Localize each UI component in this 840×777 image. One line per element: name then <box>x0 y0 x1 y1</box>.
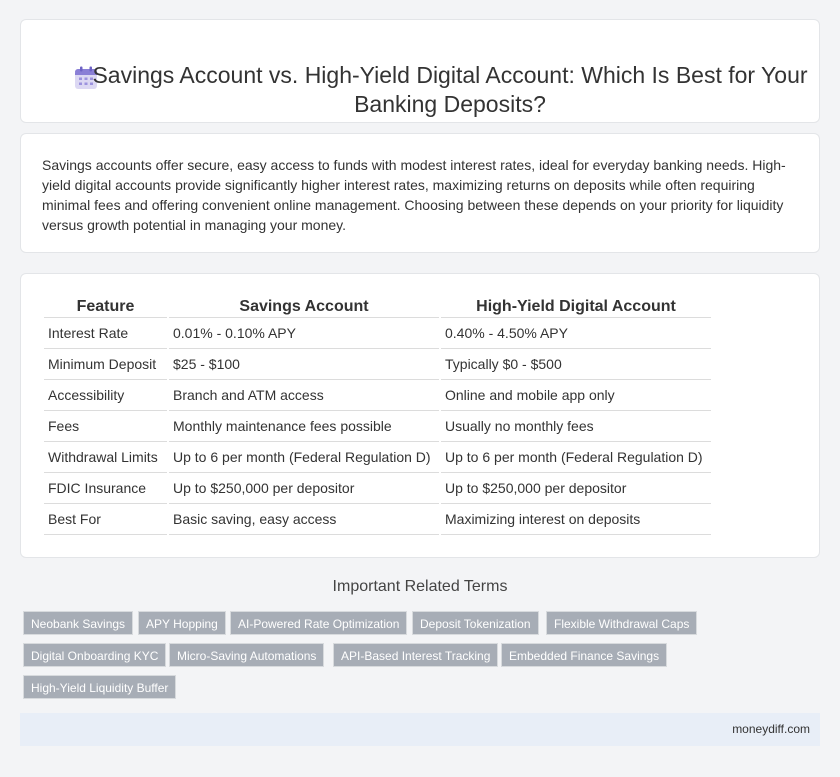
tag-flexible-withdrawal-caps[interactable]: Flexible Withdrawal Caps <box>546 611 698 635</box>
table-cell: Usually no monthly fees <box>441 411 711 442</box>
comparison-table: Feature Savings Account High-Yield Digit… <box>42 294 713 535</box>
table-row: FDIC Insurance Up to $250,000 per deposi… <box>44 473 711 504</box>
tag-deposit-tokenization[interactable]: Deposit Tokenization <box>412 611 539 635</box>
column-header-savings: Savings Account <box>169 294 439 318</box>
table-row: Accessibility Branch and ATM access Onli… <box>44 380 711 411</box>
site-name[interactable]: moneydiff.com <box>732 722 810 736</box>
title-card: Savings Account vs. High-Yield Digital A… <box>20 19 820 123</box>
table-cell: Up to $250,000 per depositor <box>441 473 711 504</box>
comparison-card: Feature Savings Account High-Yield Digit… <box>20 273 820 558</box>
tag-digital-onboarding-kyc[interactable]: Digital Onboarding KYC <box>23 643 167 667</box>
related-terms-heading: Important Related Terms <box>332 578 508 595</box>
column-header-feature: Feature <box>44 294 167 318</box>
table-cell: Best For <box>44 504 167 535</box>
table-cell: Withdrawal Limits <box>44 442 167 473</box>
tag-embedded-finance-savings[interactable]: Embedded Finance Savings <box>501 643 668 667</box>
table-cell: Online and mobile app only <box>441 380 711 411</box>
table-cell: Minimum Deposit <box>44 349 167 380</box>
table-row: Withdrawal Limits Up to 6 per month (Fed… <box>44 442 711 473</box>
table-cell: 0.01% - 0.10% APY <box>169 318 439 349</box>
table-cell: 0.40% - 4.50% APY <box>441 318 711 349</box>
table-row: Interest Rate 0.01% - 0.10% APY 0.40% - … <box>44 318 711 349</box>
table-row: Minimum Deposit $25 - $100 Typically $0 … <box>44 349 711 380</box>
page-title: Savings Account vs. High-Yield Digital A… <box>92 62 808 117</box>
table-cell: Basic saving, easy access <box>169 504 439 535</box>
table-cell: Monthly maintenance fees possible <box>169 411 439 442</box>
table-cell: Up to 6 per month (Federal Regulation D) <box>441 442 711 473</box>
table-cell: FDIC Insurance <box>44 473 167 504</box>
table-row: Fees Monthly maintenance fees possible U… <box>44 411 711 442</box>
tag-api-interest-tracking[interactable]: API-Based Interest Tracking <box>333 643 499 667</box>
table-cell: Up to $250,000 per depositor <box>169 473 439 504</box>
intro-card: Savings accounts offer secure, easy acce… <box>20 133 820 253</box>
table-row: Best For Basic saving, easy access Maxim… <box>44 504 711 535</box>
table-cell: Interest Rate <box>44 318 167 349</box>
table-cell: Typically $0 - $500 <box>441 349 711 380</box>
table-cell: Branch and ATM access <box>169 380 439 411</box>
table-cell: Up to 6 per month (Federal Regulation D) <box>169 442 439 473</box>
table-cell: Maximizing interest on deposits <box>441 504 711 535</box>
tag-micro-saving-automations[interactable]: Micro-Saving Automations <box>169 643 325 667</box>
tag-neobank-savings[interactable]: Neobank Savings <box>23 611 134 635</box>
tag-apy-hopping[interactable]: APY Hopping <box>138 611 226 635</box>
table-cell: Accessibility <box>44 380 167 411</box>
table-header-row: Feature Savings Account High-Yield Digit… <box>44 294 711 318</box>
table-cell: $25 - $100 <box>169 349 439 380</box>
column-header-high-yield: High-Yield Digital Account <box>441 294 711 318</box>
tag-high-yield-liquidity-buffer[interactable]: High-Yield Liquidity Buffer <box>23 675 177 699</box>
tag-ai-rate-optimization[interactable]: AI-Powered Rate Optimization <box>230 611 408 635</box>
table-cell: Fees <box>44 411 167 442</box>
intro-paragraph: Savings accounts offer secure, easy acce… <box>42 157 786 233</box>
footer: moneydiff.com <box>20 713 820 746</box>
